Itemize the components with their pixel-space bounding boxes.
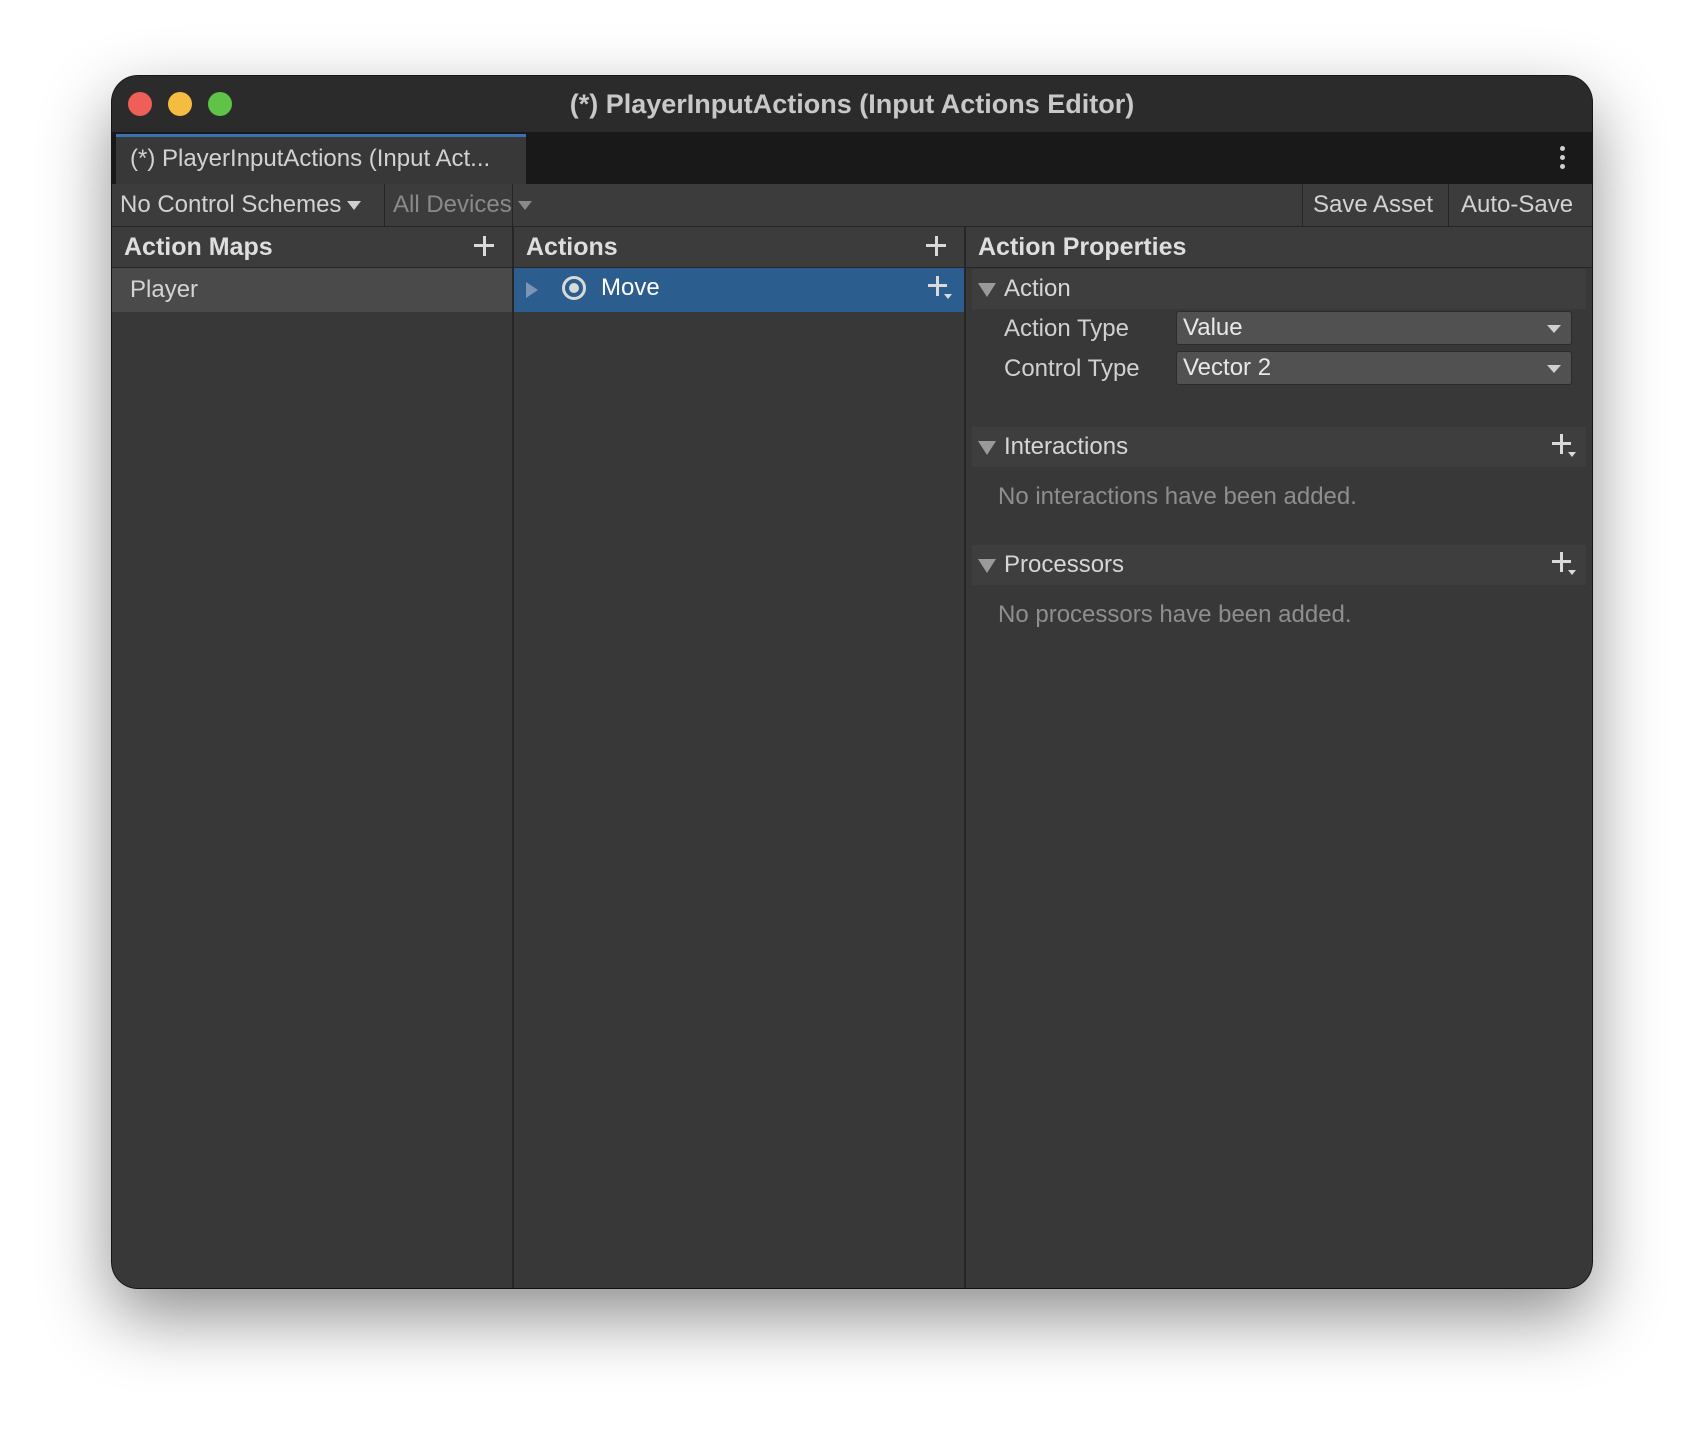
interactions-section-title: Interactions: [1004, 433, 1129, 460]
add-interaction-icon[interactable]: [1552, 434, 1576, 458]
action-properties-panel: Action Properties Action Action Type Val…: [966, 227, 1592, 1288]
triangle-down-icon: [978, 441, 996, 455]
interactions-empty-message: No interactions have been added.: [998, 483, 1357, 510]
action-type-label: Action Type: [1004, 315, 1129, 342]
actions-title: Actions: [526, 233, 618, 261]
toolbar-divider: [512, 184, 513, 226]
auto-save-toggle[interactable]: Auto-Save: [1448, 184, 1592, 226]
action-section-title: Action: [1004, 275, 1071, 302]
add-binding-icon[interactable]: [928, 276, 952, 300]
zoom-window-button[interactable]: [208, 92, 232, 116]
processors-section-header[interactable]: Processors: [972, 545, 1586, 585]
action-maps-header: Action Maps: [112, 227, 512, 268]
action-section-header[interactable]: Action: [972, 269, 1586, 309]
action-properties-title: Action Properties: [978, 233, 1187, 261]
value-action-icon: [562, 276, 586, 300]
processors-empty-message: No processors have been added.: [998, 601, 1352, 628]
triangle-down-icon: [978, 559, 996, 573]
window-title: (*) PlayerInputActions (Input Actions Ed…: [569, 88, 1135, 119]
more-options-icon[interactable]: [1560, 146, 1566, 173]
expand-arrow-icon[interactable]: [526, 282, 538, 298]
action-properties-header: Action Properties: [966, 227, 1592, 268]
chevron-down-icon: [347, 201, 362, 211]
action-map-item-player[interactable]: Player: [112, 268, 512, 312]
control-type-dropdown[interactable]: Vector 2: [1176, 351, 1572, 385]
interactions-section-header[interactable]: Interactions: [972, 427, 1586, 467]
action-item-move[interactable]: Move: [514, 268, 964, 312]
action-item-label: Move: [601, 274, 660, 301]
add-processor-icon[interactable]: [1552, 552, 1576, 576]
control-type-label: Control Type: [1004, 355, 1140, 382]
save-asset-button[interactable]: Save Asset: [1302, 184, 1448, 226]
control-schemes-label: No Control Schemes: [120, 191, 342, 218]
action-type-value: Value: [1183, 314, 1243, 341]
toolbar: No Control Schemes All Devices Save Asse…: [112, 184, 1592, 227]
devices-label: All Devices: [393, 191, 512, 218]
close-window-button[interactable]: [128, 92, 152, 116]
triangle-down-icon: [978, 283, 996, 297]
add-action-map-icon[interactable]: [474, 236, 494, 256]
action-maps-title: Action Maps: [124, 233, 273, 261]
actions-header: Actions: [514, 227, 964, 268]
chevron-down-icon: [517, 201, 532, 211]
chevron-down-icon: [1547, 325, 1561, 333]
title-bar: (*) PlayerInputActions (Input Actions Ed…: [112, 76, 1592, 132]
minimize-window-button[interactable]: [168, 92, 192, 116]
tab-player-input-actions[interactable]: (*) PlayerInputActions (Input Act...: [116, 134, 526, 184]
devices-dropdown[interactable]: All Devices: [384, 184, 532, 226]
window-controls: [128, 92, 232, 116]
processors-section-title: Processors: [1004, 551, 1125, 578]
control-type-value: Vector 2: [1183, 354, 1272, 381]
tab-bar: (*) PlayerInputActions (Input Act...: [112, 132, 1592, 184]
input-actions-editor-window: (*) PlayerInputActions (Input Actions Ed…: [112, 76, 1592, 1288]
chevron-down-icon: [1547, 365, 1561, 373]
action-maps-panel: Action Maps Player: [112, 227, 514, 1288]
control-schemes-dropdown[interactable]: No Control Schemes: [120, 184, 362, 226]
action-type-dropdown[interactable]: Value: [1176, 311, 1572, 345]
actions-panel: Actions Move: [514, 227, 966, 1288]
add-action-icon[interactable]: [926, 236, 946, 256]
